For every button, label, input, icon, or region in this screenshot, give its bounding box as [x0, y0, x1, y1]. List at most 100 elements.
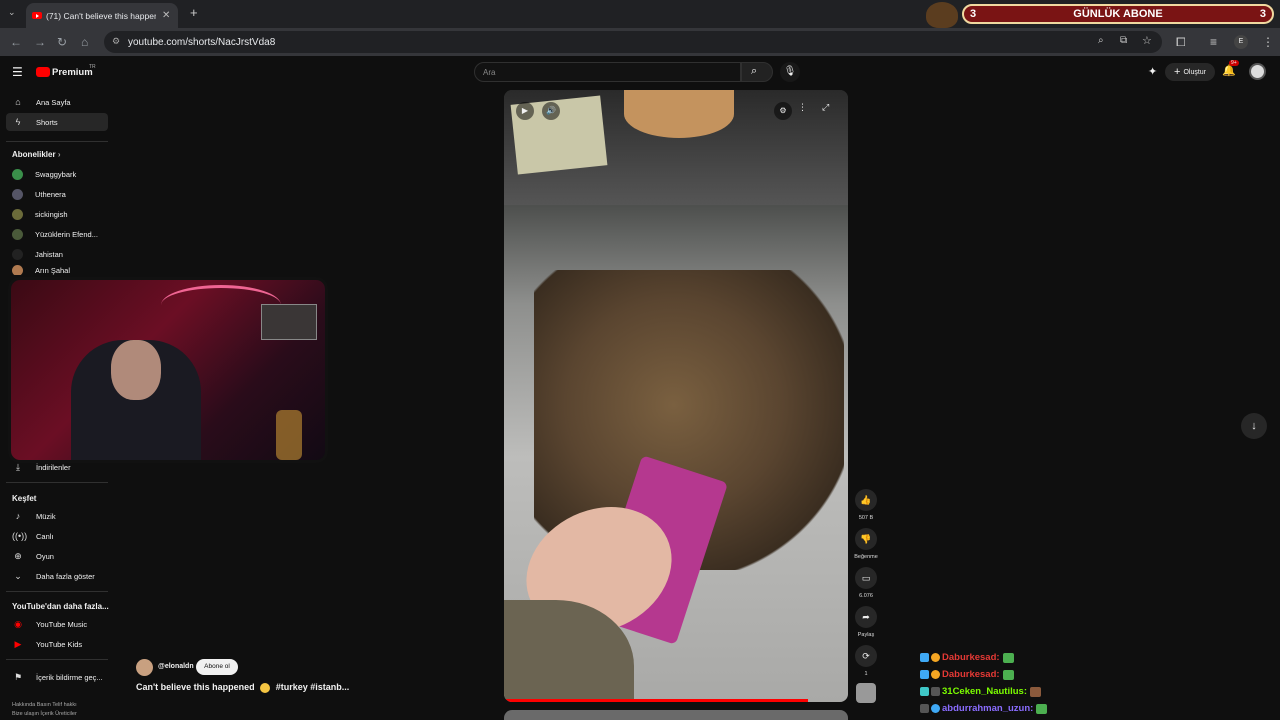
fullscreen-icon[interactable]: ⤢	[822, 102, 829, 113]
next-short-arrow-down-icon[interactable]: ↓	[1241, 413, 1267, 439]
install-app-icon[interactable]: ⧉	[1120, 35, 1127, 46]
zoom-icon[interactable]: ⌕	[1098, 35, 1104, 46]
new-tab-icon[interactable]: +	[190, 5, 198, 20]
bookmark-star-icon[interactable]: ☆	[1142, 34, 1152, 47]
youtube-logo-icon[interactable]	[36, 67, 50, 77]
like-count: 507 B	[858, 515, 874, 521]
subscriptions-header[interactable]: Abonelikler ›	[12, 150, 60, 159]
short-title-text: Can't believe this happened	[136, 682, 255, 692]
comments-button[interactable]: ▭	[855, 567, 877, 589]
sub-badge-icon	[931, 653, 940, 662]
search-button[interactable]: ⌕	[741, 62, 773, 82]
create-button[interactable]: + Oluştur	[1165, 63, 1215, 81]
more-from-youtube-header: YouTube'dan daha fazla...	[12, 602, 109, 611]
sidebar-item-report[interactable]: ⚑ İçerik bildirme geç...	[6, 668, 108, 686]
settings-icon[interactable]: ⚙	[774, 102, 792, 120]
emote-icon	[1002, 669, 1014, 680]
browser-menu-icon[interactable]: ⋮	[1262, 35, 1274, 49]
channel-avatar	[12, 248, 23, 260]
share-button[interactable]: ➦	[855, 606, 877, 628]
emote-icon	[1030, 686, 1042, 697]
sidebar-item-subscription[interactable]: Swaggybark	[6, 165, 108, 183]
footer-links[interactable]: Bize ulaşın İçerik Üreticiler	[12, 711, 77, 717]
dislike-button[interactable]: 👎	[855, 528, 877, 550]
back-icon[interactable]: ←	[10, 35, 22, 49]
voice-search-mic-icon[interactable]: 🎙	[780, 62, 800, 82]
sidebar-item-label: sickingish	[35, 209, 68, 219]
close-tab-icon[interactable]: ✕	[162, 10, 170, 21]
youtube-logo-text[interactable]: Premium	[52, 67, 93, 78]
chat-message: Daburkesad:	[920, 669, 1014, 680]
play-icon[interactable]: ▶	[516, 102, 534, 120]
remix-button[interactable]: ⟳	[855, 645, 877, 667]
mascot-avatar	[926, 2, 958, 28]
notification-count-badge: 9+	[1229, 60, 1239, 66]
sidebar-item-youtube-music[interactable]: ◉ YouTube Music	[6, 615, 108, 633]
subscriptions-header-label: Abonelikler	[12, 150, 56, 159]
progress-bar[interactable]	[504, 699, 808, 702]
sidebar-item-gaming[interactable]: ⊕ Oyun	[6, 547, 108, 565]
hamburger-menu-icon[interactable]: ☰	[12, 65, 23, 79]
extensions-icon[interactable]: ⧠	[1176, 35, 1186, 50]
channel-avatar	[12, 265, 23, 275]
sidebar-item-subscription[interactable]: sickingish	[6, 205, 108, 223]
sidebar-item-shorts[interactable]: ϟ Shorts	[6, 113, 108, 131]
sidebar-item-youtube-kids[interactable]: ▶ YouTube Kids	[6, 635, 108, 653]
mic-badge-icon	[920, 704, 929, 713]
short-hashtags[interactable]: #turkey #istanb...	[276, 682, 350, 692]
address-bar[interactable]: ⚙ youtube.com/shorts/NacJrstVda8 ⌕ ⧉ ☆	[104, 31, 1162, 53]
channel-handle[interactable]: @elonaldn	[158, 663, 194, 670]
search-input[interactable]: Ara	[474, 62, 741, 82]
sidebar-item-label: Yüzüklerin Efend...	[35, 229, 98, 239]
sidebar-item-live[interactable]: ((•)) Canlı	[6, 527, 108, 545]
sidebar-item-label: Ana Sayfa	[36, 97, 71, 107]
youtube-kids-icon: ▶	[14, 638, 22, 649]
chat-message: Daburkesad:	[920, 652, 1014, 663]
sidebar-item-subscription[interactable]: Jahistan	[6, 245, 108, 263]
volume-icon[interactable]: 🔊	[542, 102, 560, 120]
short-title[interactable]: Can't believe this happened #turkey #ist…	[136, 682, 349, 693]
sidebar-item-subscription[interactable]: Yüzüklerin Efend...	[6, 225, 108, 243]
sidebar-item-music[interactable]: ♪ Müzik	[6, 507, 108, 525]
sidebar-item-show-more[interactable]: ⌄ Daha fazla göster	[6, 567, 108, 585]
account-avatar[interactable]	[1249, 63, 1266, 80]
reload-icon[interactable]: ↻	[57, 35, 67, 49]
logo-region: TR	[89, 64, 96, 70]
forward-icon[interactable]: →	[34, 35, 46, 49]
sound-thumbnail[interactable]	[856, 683, 876, 703]
more-options-icon[interactable]: ⋮	[798, 102, 807, 113]
sidebar-item-label: İndirilenler	[36, 462, 71, 472]
live-icon: ((•))	[12, 531, 28, 541]
sidebar-item-subscription[interactable]: Uthenera	[6, 185, 108, 203]
home-icon[interactable]: ⌂	[81, 35, 88, 49]
sidebar-item-home[interactable]: ⌂ Ana Sayfa	[6, 93, 108, 111]
sidebar-item-label: Swaggybark	[35, 169, 77, 179]
browser-tab[interactable]: (71) Can't believe this happened ✕	[26, 3, 178, 28]
chevron-down-icon: ⌄	[14, 570, 22, 581]
mic-badge-icon	[931, 687, 940, 696]
remix-count: 1	[864, 671, 868, 677]
banner-left-count: 3	[970, 8, 977, 20]
footer-links[interactable]: Hakkında Basın Telif hakkı	[12, 702, 77, 708]
gem-badge-icon	[931, 704, 940, 713]
plus-icon: +	[1174, 66, 1181, 78]
sidebar-item-label: Shorts	[36, 117, 58, 127]
sidebar-item-label: Müzik	[36, 511, 56, 521]
banner-right-count: 3	[1259, 8, 1266, 20]
channel-avatar[interactable]	[136, 659, 153, 676]
sidebar-item-subscription[interactable]: Arın Şahal	[6, 265, 108, 275]
dislike-label: Beğenme	[854, 554, 878, 560]
food-bowl	[624, 90, 734, 138]
shorts-video[interactable]: ▶ 🔊 ⚙ ⋮ ⤢	[504, 90, 848, 702]
divider	[6, 482, 108, 483]
like-button[interactable]: 👍	[855, 489, 877, 511]
tab-search-icon[interactable]: ⌄	[8, 7, 16, 18]
next-short-preview[interactable]	[504, 710, 848, 720]
profile-avatar[interactable]: E	[1234, 35, 1248, 49]
sub-badge-icon	[931, 670, 940, 679]
remix-icon: ⟳	[862, 650, 870, 661]
site-info-icon[interactable]: ⚙	[112, 36, 120, 47]
subscribe-button[interactable]: Abone ol	[196, 659, 238, 675]
create-sparkle-icon[interactable]: ✦	[1148, 65, 1157, 78]
tab-groups-icon[interactable]: ≡	[1210, 35, 1217, 49]
